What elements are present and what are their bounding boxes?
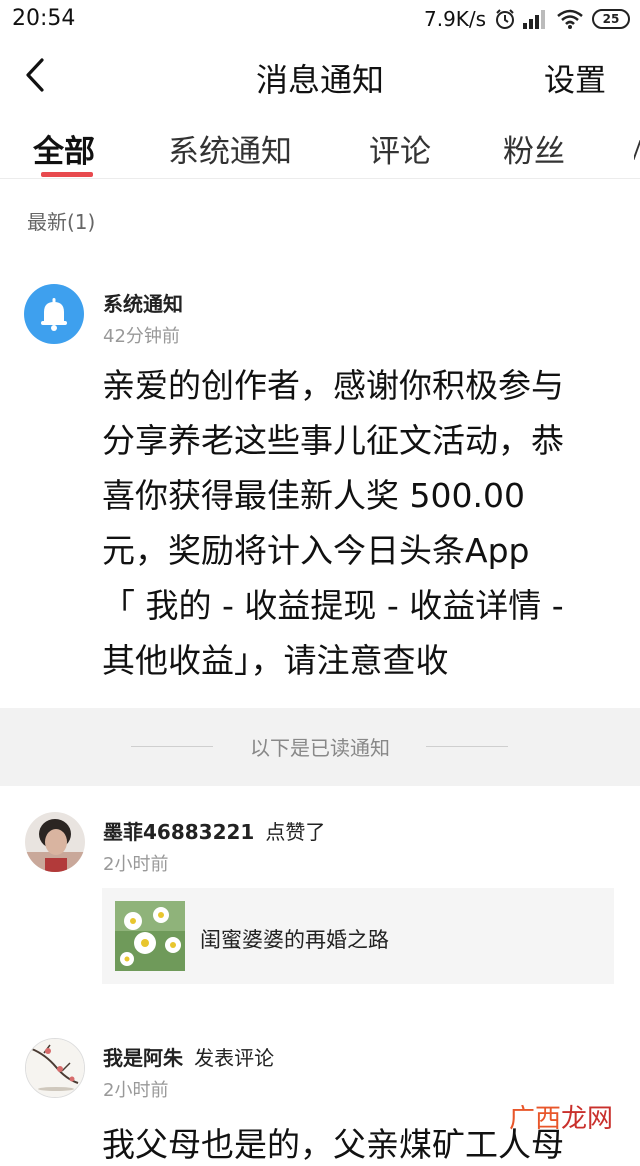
active-tab-indicator bbox=[41, 172, 93, 177]
action-text: 发表评论 bbox=[194, 1046, 275, 1070]
notification-header: 我是阿朱 发表评论 bbox=[103, 1042, 274, 1071]
tab-overflow-hint bbox=[634, 140, 640, 160]
alarm-icon bbox=[496, 9, 514, 29]
notification-header: 墨菲46883221 点赞了 bbox=[103, 816, 325, 845]
settings-button[interactable]: 设置 bbox=[544, 55, 606, 100]
article-title: 闺蜜婆婆的再婚之路 bbox=[200, 928, 389, 952]
battery-level: 25 bbox=[602, 12, 620, 26]
notification-time: 2小时前 bbox=[103, 854, 169, 875]
plum-blossom-avatar bbox=[26, 1039, 84, 1097]
notification-time: 2小时前 bbox=[103, 1080, 169, 1101]
user-name[interactable]: 我是阿朱 bbox=[103, 1046, 183, 1070]
network-speed: 7.9K/s bbox=[424, 7, 487, 31]
body-line: 分享养老这些事儿征文活动，恭 bbox=[102, 421, 564, 460]
body-line: 亲爱的创作者，感谢你积极参与 bbox=[102, 366, 564, 405]
bell-icon bbox=[41, 298, 67, 331]
status-bar: 20:54 7.9K/s 25 bbox=[0, 0, 640, 40]
battery-icon: 25 bbox=[592, 9, 630, 29]
watermark-logo: 广西龙网 bbox=[509, 1104, 614, 1134]
system-notice-avatar bbox=[24, 284, 84, 344]
system-notice-title: 系统通知 bbox=[103, 292, 183, 316]
daisy-flowers-image bbox=[115, 901, 185, 971]
user-name[interactable]: 墨菲46883221 bbox=[103, 820, 254, 844]
body-line: 元，奖励将计入今日头条App bbox=[102, 531, 530, 570]
action-text: 点赞了 bbox=[265, 820, 326, 844]
tab-fans[interactable]: 粉丝 bbox=[503, 126, 565, 171]
read-separator: 以下是已读通知 bbox=[0, 708, 640, 786]
body-line: 喜你获得最佳新人奖 500.00 bbox=[102, 476, 525, 515]
user-avatar-photo bbox=[25, 812, 85, 872]
avatar[interactable] bbox=[25, 812, 85, 872]
article-card[interactable]: 闺蜜婆婆的再婚之路 bbox=[102, 888, 614, 984]
system-notice-body: 亲爱的创作者，感谢你积极参与 分享养老这些事儿征文活动，恭 喜你获得最佳新人奖 … bbox=[102, 358, 622, 688]
system-notice-time: 42分钟前 bbox=[103, 326, 180, 347]
read-separator-label: 以下是已读通知 bbox=[250, 736, 390, 760]
avatar[interactable] bbox=[25, 1038, 85, 1098]
body-line: 「 我的 - 收益提现 - 收益详情 - bbox=[102, 586, 564, 625]
article-thumbnail bbox=[115, 901, 185, 971]
status-time: 20:54 bbox=[12, 6, 76, 31]
wifi-icon bbox=[557, 9, 583, 29]
latest-section-label: 最新(1) bbox=[27, 210, 96, 234]
tabs-divider bbox=[0, 178, 640, 179]
comment-preview[interactable]: 我父母也是的，父亲煤矿工人母 bbox=[102, 1118, 564, 1166]
tab-system-notice[interactable]: 系统通知 bbox=[168, 126, 292, 171]
tab-comments[interactable]: 评论 bbox=[369, 126, 431, 171]
tab-all[interactable]: 全部 bbox=[33, 126, 95, 171]
separator-line-right bbox=[426, 746, 508, 747]
body-line: 其他收益」，请注意查收 bbox=[102, 641, 449, 680]
signal-icon bbox=[523, 10, 545, 29]
